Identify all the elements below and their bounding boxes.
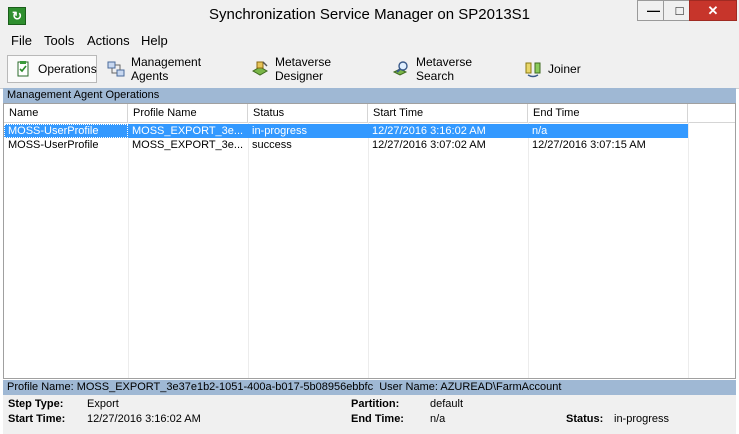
metaverse-search-button[interactable]: Metaverse Search bbox=[386, 55, 512, 83]
menu-actions[interactable]: Actions bbox=[87, 33, 130, 48]
cell-status: success bbox=[252, 139, 292, 151]
status-value: in-progress bbox=[614, 413, 670, 425]
management-agents-label: Management Agents bbox=[131, 55, 202, 83]
toolbar: Operations Management Agents Metaverse D… bbox=[0, 50, 739, 89]
column-divider bbox=[248, 122, 249, 378]
cell-end-time: n/a bbox=[532, 125, 548, 137]
operations-icon bbox=[14, 60, 32, 78]
menu-tools[interactable]: Tools bbox=[44, 33, 74, 48]
column-header-status[interactable]: Status bbox=[248, 104, 368, 122]
operations-label: Operations bbox=[38, 62, 97, 76]
user-name-label: User Name: bbox=[379, 381, 438, 393]
metaverse-search-icon bbox=[392, 60, 410, 78]
step-type-value: Export bbox=[87, 398, 119, 410]
cell-start-time: 12/27/2016 3:16:02 AM bbox=[372, 125, 486, 137]
partition-value: default bbox=[430, 398, 464, 410]
table-row[interactable]: MOSS-UserProfile MOSS_EXPORT_3e... succe… bbox=[4, 138, 735, 152]
partition-label: Partition: bbox=[351, 398, 400, 410]
cell-end-time: 12/27/2016 3:07:15 AM bbox=[532, 139, 646, 151]
menu-help[interactable]: Help bbox=[141, 33, 168, 48]
column-header-profile-name[interactable]: Profile Name bbox=[128, 104, 248, 122]
column-header-start-time[interactable]: Start Time bbox=[368, 104, 528, 122]
details-header: Profile Name: MOSS_EXPORT_3e37e1b2-1051-… bbox=[3, 380, 736, 395]
column-divider bbox=[528, 122, 529, 378]
status-label: Status: bbox=[566, 413, 604, 425]
column-divider bbox=[128, 122, 129, 378]
cell-start-time: 12/27/2016 3:07:02 AM bbox=[372, 139, 486, 151]
operations-button[interactable]: Operations bbox=[7, 55, 97, 83]
cell-profile-name: MOSS_EXPORT_3e... bbox=[132, 139, 244, 151]
start-time-label: Start Time: bbox=[8, 413, 66, 425]
joiner-label: Joiner bbox=[548, 62, 581, 76]
column-divider bbox=[368, 122, 369, 378]
profile-name-label: Profile Name: bbox=[7, 381, 74, 393]
metaverse-designer-icon bbox=[251, 60, 269, 78]
end-time-value: n/a bbox=[430, 413, 446, 425]
user-name-value: AZUREAD\FarmAccount bbox=[440, 381, 562, 393]
start-time-value: 12/27/2016 3:16:02 AM bbox=[87, 413, 201, 425]
cell-profile-name: MOSS_EXPORT_3e... bbox=[132, 125, 244, 137]
joiner-icon bbox=[524, 60, 542, 78]
details-panel: Step Type: Export Start Time: 12/27/2016… bbox=[3, 395, 736, 434]
profile-name-value: MOSS_EXPORT_3e37e1b2-1051-400a-b017-5b08… bbox=[76, 381, 374, 393]
close-button[interactable]: ✕ bbox=[689, 0, 737, 21]
cell-name: MOSS-UserProfile bbox=[8, 139, 99, 151]
metaverse-search-label: Metaverse Search bbox=[416, 55, 473, 83]
operations-section-header: Management Agent Operations bbox=[3, 88, 736, 103]
operations-grid[interactable]: Name Profile Name Status Start Time End … bbox=[3, 103, 736, 379]
cell-status: in-progress bbox=[252, 125, 308, 137]
title-bar: ↻ Synchronization Service Manager on SP2… bbox=[0, 0, 739, 30]
management-agents-button[interactable]: Management Agents bbox=[101, 55, 239, 83]
joiner-button[interactable]: Joiner bbox=[518, 55, 584, 83]
end-time-label: End Time: bbox=[351, 413, 404, 425]
cell-name: MOSS-UserProfile bbox=[4, 124, 128, 138]
column-header-name[interactable]: Name bbox=[4, 104, 128, 122]
column-divider bbox=[688, 122, 689, 378]
management-agents-icon bbox=[107, 60, 125, 78]
menu-bar: File Tools Actions Help bbox=[0, 30, 739, 50]
grid-header: Name Profile Name Status Start Time End … bbox=[4, 104, 735, 123]
step-type-label: Step Type: bbox=[8, 398, 64, 410]
metaverse-designer-button[interactable]: Metaverse Designer bbox=[245, 55, 380, 83]
column-header-end-time[interactable]: End Time bbox=[528, 104, 688, 122]
menu-file[interactable]: File bbox=[11, 33, 32, 48]
table-row[interactable]: MOSS-UserProfile MOSS_EXPORT_3e... in-pr… bbox=[4, 124, 735, 138]
metaverse-designer-label: Metaverse Designer bbox=[275, 55, 332, 83]
window-title: Synchronization Service Manager on SP201… bbox=[208, 6, 531, 23]
